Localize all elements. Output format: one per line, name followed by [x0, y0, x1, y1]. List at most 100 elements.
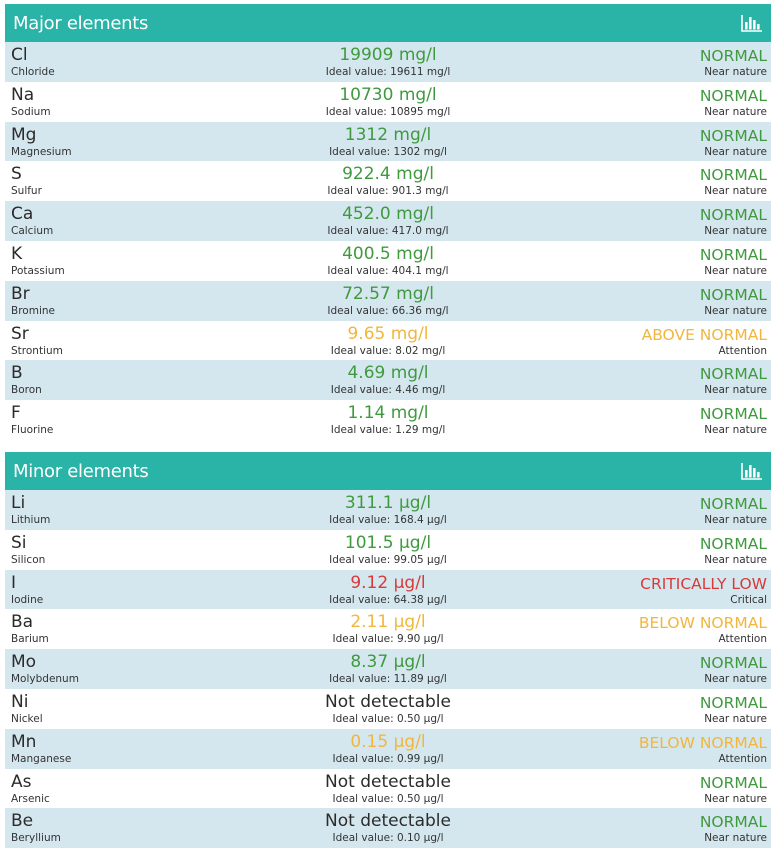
ideal-value: Ideal value: 1.29 mg/l [330, 424, 446, 437]
element-rows: Li Lithium 311.1 µg/l Ideal value: 168.4 µg… [5, 490, 771, 849]
status-note: Near nature [704, 105, 767, 118]
status-label: NORMAL [699, 285, 767, 304]
status-label: NORMAL [699, 166, 767, 185]
element-row-ba: Ba Barium 2.11 µg/l Ideal value: 9.90 µg/l B… [5, 609, 771, 650]
status-note: Attention [718, 344, 767, 357]
ideal-value: Ideal value: 11.89 µg/l [329, 673, 447, 686]
element-row-f: F Fluorine 1.14 mg/l Ideal value: 1.29 mg/l… [5, 400, 771, 440]
element-row-ca: Ca Calcium 452.0 mg/l Ideal value: 417.0 mg… [5, 201, 771, 241]
element-row-be: Be Beryllium Not detectable Ideal value: 0.… [5, 808, 771, 849]
ideal-value: Ideal value: 0.50 µg/l [332, 792, 444, 805]
ideal-value: Ideal value: 404.1 mg/l [327, 264, 449, 277]
status-note: Near nature [704, 424, 767, 437]
element-row-as: As Arsenic Not detectable Ideal value: 0.50… [5, 768, 771, 809]
status-label: NORMAL [699, 365, 767, 384]
status-note: Near nature [704, 384, 767, 397]
status-note: Near nature [704, 264, 767, 277]
element-row-cl: Cl Chloride 19909 mg/l Ideal value: 19611 m… [5, 42, 771, 82]
measured-value: 311.1 µg/l [344, 493, 432, 513]
status-note: Near nature [704, 225, 767, 238]
status-note: Near nature [704, 673, 767, 686]
status-label: NORMAL [699, 534, 767, 553]
measured-value: Not detectable [325, 691, 451, 712]
element-row-s: S Sulfur 922.4 mg/l Ideal value: 901.3 mg/l… [5, 161, 771, 202]
measured-value: 19909 mg/l [339, 45, 437, 65]
status-note: Near nature [704, 712, 767, 725]
status-note: Near nature [704, 514, 767, 526]
element-row-sr: Sr Strontium 9.65 mg/l Ideal value: 8.02 mg… [5, 320, 771, 361]
measured-value: 4.69 mg/l [347, 363, 429, 384]
measured-value: 1.14 mg/l [347, 403, 429, 424]
section-header: Minor elements [5, 452, 771, 490]
measured-value: 452.0 mg/l [342, 204, 434, 225]
element-row-i: I Iodine 9.12 µg/l Ideal value: 64.38 µg/l C… [5, 569, 771, 610]
status-label: NORMAL [699, 86, 767, 105]
status-label: CRITICALLY LOW [640, 574, 767, 593]
section-header: Major elements [5, 4, 771, 42]
measured-value: Not detectable [325, 771, 451, 792]
status-note: Near nature [704, 792, 767, 805]
ideal-value: Ideal value: 19611 mg/l [325, 66, 451, 78]
status-note: Near nature [704, 145, 767, 158]
major-elements-section: Major elements Cl Chloride 19909 mg/l Ideal… [5, 4, 771, 440]
status-note: Attention [718, 633, 767, 646]
ideal-value: Ideal value: 417.0 mg/l [327, 225, 449, 238]
ideal-value: Ideal value: 10895 mg/l [325, 105, 451, 118]
status-label: NORMAL [699, 206, 767, 225]
element-row-mo: Mo Molybdenum 8.37 µg/l Ideal value: 11.89 … [5, 649, 771, 689]
element-row-br: Br Bromine 72.57 mg/l Ideal value: 66.36 mg… [5, 280, 771, 321]
measured-value: 72.57 mg/l [342, 283, 434, 304]
status-label: ABOVE NORMAL [641, 325, 767, 344]
ideal-value: Ideal value: 0.10 µg/l [332, 832, 444, 845]
ideal-value: Ideal value: 168.4 µg/l [329, 514, 447, 526]
status-note: Near nature [704, 66, 767, 78]
measured-value: 922.4 mg/l [342, 164, 434, 185]
element-rows: Cl Chloride 19909 mg/l Ideal value: 19611 m… [5, 42, 771, 440]
ideal-value: Ideal value: 64.38 µg/l [329, 593, 447, 606]
status-note: Near nature [704, 304, 767, 317]
status-note: Near nature [704, 185, 767, 198]
ideal-value: Ideal value: 99.05 µg/l [329, 553, 447, 566]
status-label: NORMAL [699, 813, 767, 832]
bar-chart-icon[interactable] [741, 14, 763, 32]
status-label: NORMAL [699, 693, 767, 712]
ideal-value: Ideal value: 0.50 µg/l [332, 712, 444, 725]
element-row-si: Si Silicon 101.5 µg/l Ideal value: 99.05 µg… [5, 529, 771, 570]
status-note: Critical [730, 593, 767, 606]
status-label: NORMAL [699, 495, 767, 513]
ideal-value: Ideal value: 9.90 µg/l [332, 633, 444, 646]
status-label: BELOW NORMAL [638, 733, 767, 752]
element-row-k: K Potassium 400.5 mg/l Ideal value: 404.1 m… [5, 240, 771, 281]
status-label: NORMAL [699, 47, 767, 65]
element-row-b: B Boron 4.69 mg/l Ideal value: 4.46 mg/l NOR… [5, 360, 771, 401]
ideal-value: Ideal value: 66.36 mg/l [327, 304, 449, 317]
measured-value: Not detectable [325, 811, 451, 832]
status-label: BELOW NORMAL [638, 614, 767, 633]
ideal-value: Ideal value: 0.99 µg/l [332, 752, 444, 765]
ideal-value: Ideal value: 4.46 mg/l [330, 384, 446, 397]
measured-value: 10730 mg/l [339, 84, 437, 105]
measured-value: 400.5 mg/l [342, 243, 434, 264]
ideal-value: Ideal value: 1302 mg/l [329, 145, 447, 158]
status-note: Near nature [704, 832, 767, 845]
bar-chart-icon[interactable] [741, 462, 763, 480]
measured-value: 1312 mg/l [344, 124, 432, 145]
status-note: Near nature [704, 553, 767, 566]
element-row-ni: Ni Nickel Not detectable Ideal value: 0.50 … [5, 688, 771, 729]
section-title: Minor elements [13, 460, 149, 482]
status-label: NORMAL [699, 654, 767, 673]
element-row-li: Li Lithium 311.1 µg/l Ideal value: 168.4 µg… [5, 490, 771, 530]
element-row-na: Na Sodium 10730 mg/l Ideal value: 10895 mg/… [5, 81, 771, 122]
section-title: Major elements [13, 12, 149, 34]
ideal-value: Ideal value: 8.02 mg/l [330, 344, 446, 357]
element-row-mn: Mn Manganese 0.15 µg/l Ideal value: 0.99 µg… [5, 728, 771, 769]
status-note: Attention [718, 752, 767, 765]
status-label: NORMAL [699, 773, 767, 792]
status-label: NORMAL [699, 126, 767, 145]
measured-value: 8.37 µg/l [350, 652, 426, 673]
measured-value: 101.5 µg/l [344, 532, 432, 553]
minor-elements-section: Minor elements Li Lithium 311.1 µg/l Ideal … [5, 452, 771, 849]
ideal-value: Ideal value: 901.3 mg/l [327, 185, 449, 198]
element-row-mg: Mg Magnesium 1312 mg/l Ideal value: 1302 mg… [5, 121, 771, 162]
status-label: NORMAL [699, 245, 767, 264]
